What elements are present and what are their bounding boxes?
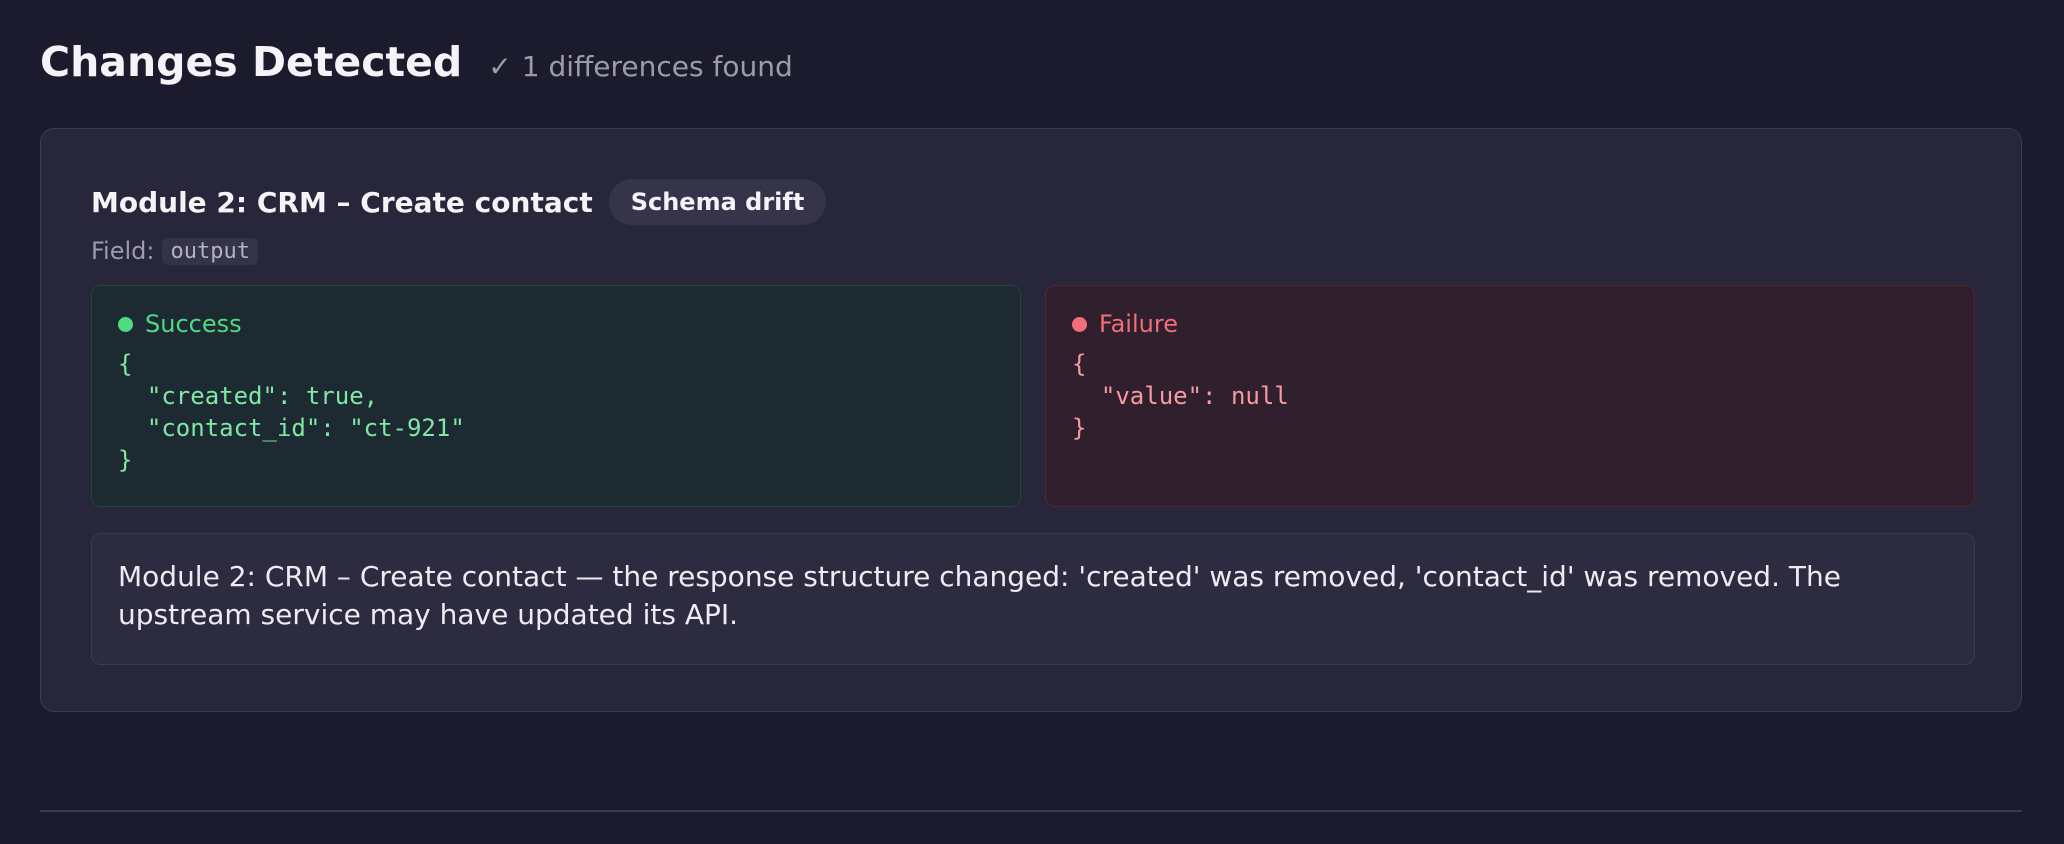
failure-header: Failure xyxy=(1072,310,1948,338)
success-label: Success xyxy=(145,310,242,338)
page-title: Changes Detected xyxy=(40,38,463,86)
success-header: Success xyxy=(118,310,994,338)
success-json: { "created": true, "contact_id": "ct-921… xyxy=(118,350,465,474)
differences-summary: ✓ 1 differences found xyxy=(488,50,793,83)
differences-count: 1 differences found xyxy=(521,50,793,83)
diff-card: Module 2: CRM – Create contact Schema dr… xyxy=(40,128,2022,712)
check-icon: ✓ xyxy=(488,50,512,83)
field-label: Field: xyxy=(91,237,155,265)
diff-explanation: Module 2: CRM – Create contact — the res… xyxy=(91,533,1975,665)
field-row: Field: output xyxy=(91,237,258,265)
module-title: Module 2: CRM – Create contact xyxy=(91,185,593,219)
success-dot-icon xyxy=(118,316,133,332)
failure-label: Failure xyxy=(1099,310,1178,338)
divider xyxy=(40,810,2022,812)
failure-json: { "value": null } xyxy=(1072,350,1289,442)
module-header: Module 2: CRM – Create contact Schema dr… xyxy=(91,179,827,225)
success-panel: Success { "created": true, "contact_id":… xyxy=(91,285,1021,507)
failure-panel: Failure { "value": null } xyxy=(1045,285,1975,507)
field-name: output xyxy=(162,237,258,265)
schema-drift-badge: Schema drift xyxy=(608,179,827,225)
page-header: Changes Detected ✓ 1 differences found xyxy=(40,38,793,86)
failure-dot-icon xyxy=(1072,316,1087,332)
